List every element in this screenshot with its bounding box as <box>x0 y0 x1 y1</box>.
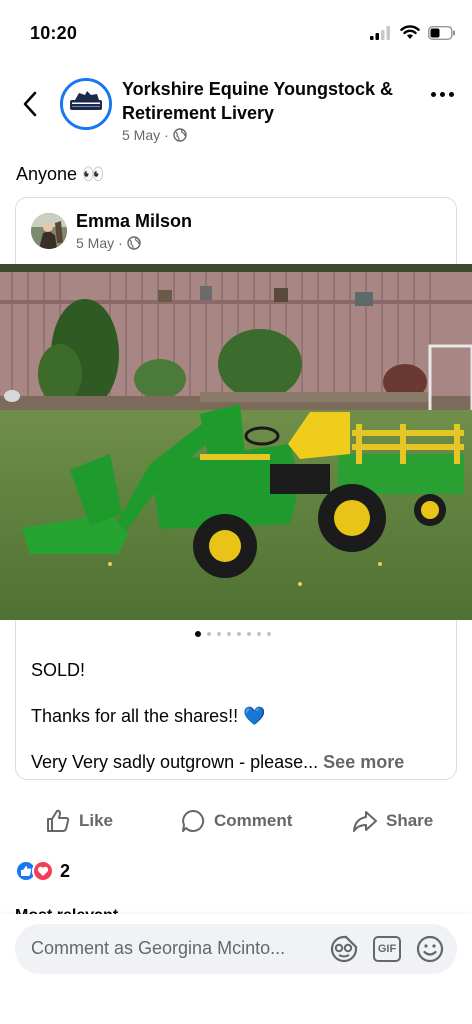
back-button[interactable] <box>16 90 44 118</box>
status-icons <box>370 25 456 40</box>
share-arrow-icon <box>353 811 377 832</box>
love-reaction-icon <box>32 860 54 882</box>
reaction-count: 2 <box>60 860 71 881</box>
group-avatar[interactable] <box>60 78 112 130</box>
status-bar: 10:20 <box>0 0 472 64</box>
carousel-dot <box>227 632 231 636</box>
post-header: Yorkshire Equine Youngstock & Retirement… <box>0 72 472 152</box>
comment-input[interactable]: Comment as Georgina Mcinto... GIF <box>15 924 457 974</box>
shared-line-3: Very Very sadly outgrown - please... See… <box>31 752 404 773</box>
carousel-dot-active <box>195 631 201 637</box>
group-name[interactable]: Yorkshire Equine Youngstock & Retirement… <box>122 77 422 125</box>
shared-date[interactable]: 5 May <box>76 235 114 251</box>
share-button[interactable]: Share <box>352 808 433 834</box>
sticker-icon[interactable] <box>329 934 359 964</box>
post-photo[interactable] <box>0 264 472 620</box>
reactions-summary[interactable]: 2 <box>15 860 70 882</box>
action-bar: Like Comment Share <box>0 804 472 840</box>
author-photo <box>31 213 67 249</box>
see-more-link[interactable]: See more <box>323 752 404 772</box>
carousel-dot <box>257 632 261 636</box>
comment-composer: Comment as Georgina Mcinto... GIF <box>0 914 472 1024</box>
carousel-dot <box>207 632 211 636</box>
post-date[interactable]: 5 May <box>122 127 160 143</box>
carousel-dot <box>237 632 241 636</box>
shared-line-1: SOLD! <box>31 660 86 680</box>
shared-author-avatar[interactable] <box>31 213 67 249</box>
thumbs-up-icon <box>47 809 70 832</box>
shared-line-2: Thanks for all the shares!! 💙 <box>31 706 266 726</box>
ellipsis-icon <box>431 92 436 97</box>
carousel-dot <box>217 632 221 636</box>
comment-label: Comment <box>214 811 293 830</box>
shared-meta-separator: · <box>118 235 123 251</box>
photo-carousel-indicator[interactable] <box>195 631 271 637</box>
carousel-dot <box>247 632 251 636</box>
status-time: 10:20 <box>30 23 78 43</box>
comment-tools: GIF <box>329 934 445 964</box>
shared-line-3-text: Very Very sadly outgrown - please... <box>31 752 319 772</box>
share-label: Share <box>386 811 434 830</box>
globe-icon <box>127 236 141 250</box>
post-meta: 5 May · <box>122 127 187 143</box>
meta-separator: · <box>164 127 169 143</box>
like-button[interactable]: Like <box>45 808 113 834</box>
battery-icon <box>428 25 455 40</box>
chevron-left-icon <box>23 91 37 117</box>
comment-button[interactable]: Comment <box>180 808 292 834</box>
shared-author-name[interactable]: Emma Milson <box>76 211 192 232</box>
globe-icon <box>173 128 187 142</box>
emoji-icon[interactable] <box>415 934 445 964</box>
carousel-dot <box>267 632 271 636</box>
cellular-signal-icon <box>370 25 390 40</box>
gif-icon[interactable]: GIF <box>373 936 401 962</box>
like-label: Like <box>79 811 114 830</box>
comment-placeholder: Comment as Georgina Mcinto... <box>31 938 286 958</box>
comment-bubble-icon <box>182 809 205 832</box>
wifi-icon <box>400 25 420 39</box>
post-text: Anyone 👀 <box>16 164 105 184</box>
toy-tractor-photo <box>0 264 472 620</box>
shared-meta: 5 May · <box>76 235 141 251</box>
more-options-button[interactable] <box>431 92 454 97</box>
group-logo <box>63 81 109 127</box>
